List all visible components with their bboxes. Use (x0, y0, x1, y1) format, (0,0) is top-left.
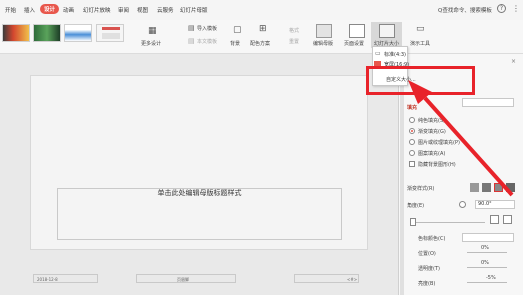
annotation-arrow (408, 80, 514, 197)
arrow-shaft (423, 96, 514, 197)
